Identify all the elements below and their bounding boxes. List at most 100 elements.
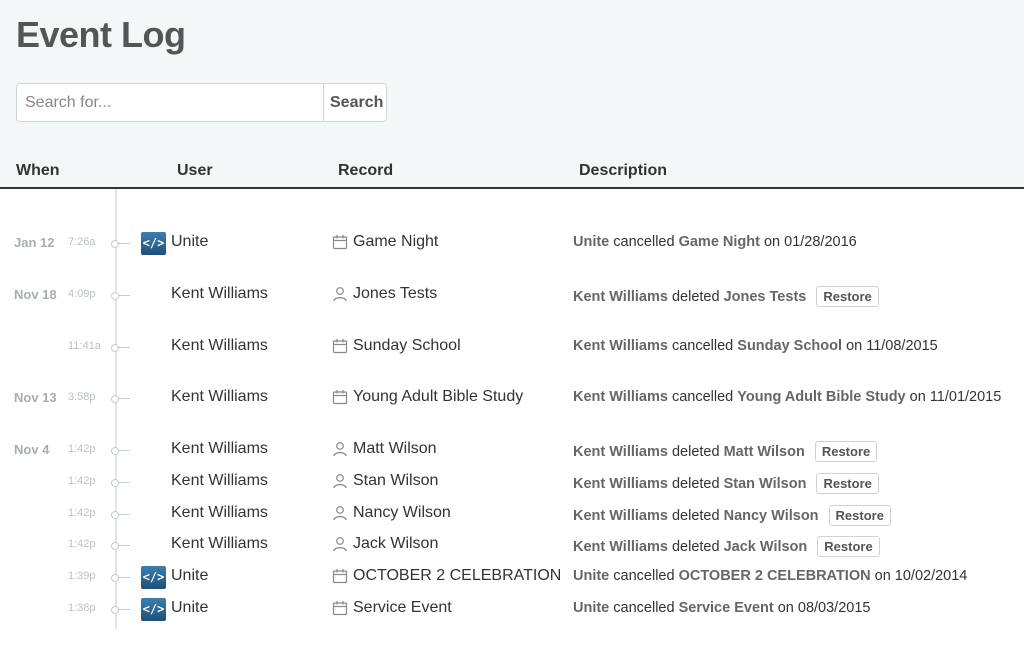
event-row: 1:42p Kent Williams Jack Wilson Kent Wil… bbox=[0, 533, 1024, 559]
event-row: 1:38p </> Unite Service Event Unite canc… bbox=[0, 597, 1024, 623]
code-brackets-icon: </> bbox=[141, 232, 166, 255]
description-verb: cancelled bbox=[613, 600, 675, 616]
event-description: Unite cancelled Game Night on 01/28/2016 bbox=[573, 234, 857, 250]
person-icon bbox=[332, 473, 348, 489]
timeline-dot bbox=[111, 574, 119, 582]
search-button[interactable]: Search bbox=[323, 84, 386, 121]
timeline-dot bbox=[111, 292, 119, 300]
calendar-icon bbox=[332, 338, 348, 354]
person-icon bbox=[332, 536, 348, 552]
description-verb: deleted bbox=[671, 507, 720, 524]
event-date: Jan 12 bbox=[14, 235, 55, 250]
event-description: Kent Williams deleted Jones Tests Restor… bbox=[573, 286, 879, 307]
event-row: 1:39p </> Unite OCTOBER 2 CELEBRATION Un… bbox=[0, 565, 1024, 591]
timeline-tick bbox=[118, 577, 130, 578]
event-record: Game Night bbox=[353, 233, 439, 250]
description-actor: Kent Williams bbox=[573, 475, 668, 492]
event-user: Kent Williams bbox=[171, 440, 268, 457]
event-date: Nov 4 bbox=[14, 442, 50, 457]
calendar-icon bbox=[332, 568, 348, 584]
restore-button[interactable]: Restore bbox=[828, 505, 891, 526]
description-suffix: on 11/08/2015 bbox=[846, 338, 938, 354]
description-suffix: on 08/03/2015 bbox=[777, 600, 871, 616]
restore-button[interactable]: Restore bbox=[817, 536, 880, 557]
timeline-dot bbox=[111, 511, 119, 519]
event-record: Jack Wilson bbox=[353, 535, 439, 552]
timeline-tick bbox=[118, 450, 130, 451]
event-row: 1:42p Kent Williams Nancy Wilson Kent Wi… bbox=[0, 502, 1024, 528]
event-user: Kent Williams bbox=[171, 285, 268, 302]
calendar-icon bbox=[332, 234, 348, 250]
event-user: Kent Williams bbox=[171, 388, 268, 405]
calendar-icon bbox=[332, 600, 348, 616]
person-icon bbox=[332, 505, 348, 521]
event-user: Kent Williams bbox=[171, 535, 268, 552]
description-actor: Unite bbox=[573, 234, 610, 250]
description-actor: Kent Williams bbox=[573, 443, 668, 460]
code-brackets-icon: </> bbox=[141, 566, 166, 589]
event-date: Nov 13 bbox=[14, 390, 57, 405]
description-verb: deleted bbox=[671, 443, 720, 460]
event-user: Unite bbox=[171, 599, 209, 616]
event-time: 1:42p bbox=[68, 443, 96, 455]
event-row: Nov 13 3:58p Kent Williams Young Adult B… bbox=[0, 386, 1024, 412]
search-bar: Search bbox=[16, 83, 387, 122]
description-target: Service Event bbox=[678, 600, 774, 616]
description-verb: deleted bbox=[671, 538, 720, 555]
event-record: Matt Wilson bbox=[353, 440, 437, 457]
event-record: OCTOBER 2 CELEBRATION bbox=[353, 567, 562, 584]
description-suffix: on 01/28/2016 bbox=[763, 234, 857, 250]
event-time: 1:42p bbox=[68, 475, 96, 487]
event-user: Unite bbox=[171, 233, 209, 250]
description-verb: cancelled bbox=[613, 568, 675, 584]
timeline-dot bbox=[111, 395, 119, 403]
restore-button[interactable]: Restore bbox=[816, 286, 879, 307]
description-actor: Unite bbox=[573, 600, 610, 616]
search-input[interactable] bbox=[17, 84, 323, 121]
event-time: 11:41a bbox=[68, 340, 101, 352]
column-header-user: User bbox=[177, 162, 213, 179]
timeline-dot bbox=[111, 344, 119, 352]
description-suffix: on 10/02/2014 bbox=[874, 568, 968, 584]
event-description: Unite cancelled Service Event on 08/03/2… bbox=[573, 600, 870, 616]
event-description: Kent Williams cancelled Young Adult Bibl… bbox=[573, 389, 1001, 405]
restore-button[interactable]: Restore bbox=[814, 441, 878, 462]
event-description: Kent Williams deleted Jack Wilson Restor… bbox=[573, 536, 880, 557]
description-actor: Kent Williams bbox=[573, 507, 668, 524]
event-time: 1:38p bbox=[68, 602, 96, 614]
event-time: 1:42p bbox=[68, 507, 96, 519]
event-user: Kent Williams bbox=[171, 472, 268, 489]
timeline-tick bbox=[118, 514, 130, 515]
event-row: Nov 18 4:09p Kent Williams Jones Tests K… bbox=[0, 283, 1024, 309]
timeline-tick bbox=[118, 295, 130, 296]
timeline-tick bbox=[118, 243, 130, 244]
event-time: 3:58p bbox=[68, 391, 96, 403]
description-verb: cancelled bbox=[671, 389, 734, 405]
event-record: Nancy Wilson bbox=[353, 504, 451, 521]
description-target: Young Adult Bible Study bbox=[737, 389, 906, 405]
description-verb: cancelled bbox=[671, 338, 734, 354]
timeline-dot bbox=[111, 479, 119, 487]
event-description: Unite cancelled OCTOBER 2 CELEBRATION on… bbox=[573, 568, 967, 584]
event-description: Kent Williams deleted Nancy Wilson Resto… bbox=[573, 505, 891, 526]
event-time: 1:39p bbox=[68, 570, 96, 582]
event-record: Service Event bbox=[353, 599, 452, 616]
event-row: 11:41a Kent Williams Sunday School Kent … bbox=[0, 335, 1024, 361]
column-header-record: Record bbox=[338, 162, 394, 179]
event-description: Kent Williams deleted Matt Wilson Restor… bbox=[573, 441, 878, 462]
description-verb: deleted bbox=[671, 475, 720, 492]
event-date: Nov 18 bbox=[14, 287, 57, 302]
person-icon bbox=[332, 286, 348, 302]
timeline-tick bbox=[118, 609, 130, 610]
description-verb: cancelled bbox=[613, 234, 675, 250]
timeline-dot bbox=[111, 606, 119, 614]
timeline-dot bbox=[111, 447, 119, 455]
event-record: Stan Wilson bbox=[353, 472, 439, 489]
event-row: Jan 12 7:26a </> Unite Game Night Unite … bbox=[0, 231, 1024, 257]
event-time: 7:26a bbox=[68, 236, 96, 248]
restore-button[interactable]: Restore bbox=[816, 473, 879, 494]
description-target: Nancy Wilson bbox=[723, 507, 819, 524]
event-description: Kent Williams deleted Stan Wilson Restor… bbox=[573, 473, 879, 494]
event-record: Young Adult Bible Study bbox=[353, 388, 524, 405]
description-target: OCTOBER 2 CELEBRATION bbox=[678, 568, 871, 584]
